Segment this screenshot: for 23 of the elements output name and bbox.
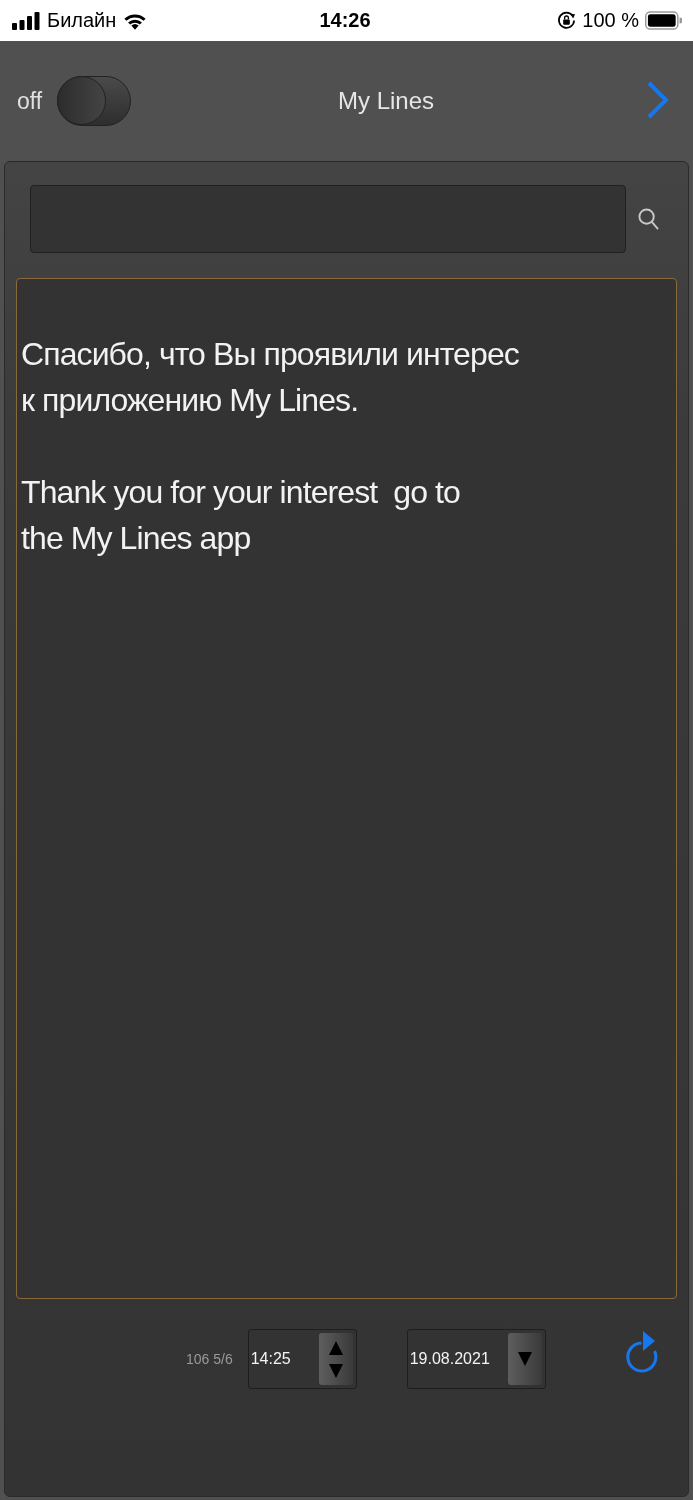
signal-icon xyxy=(12,11,40,30)
dropdown-button[interactable] xyxy=(507,1333,542,1385)
caret-down-icon xyxy=(517,1352,532,1366)
search-icon[interactable] xyxy=(638,207,659,231)
battery-percentage: 100 % xyxy=(582,9,639,32)
status-time: 14:26 xyxy=(319,9,371,32)
time-field[interactable]: 14:25 xyxy=(247,1329,357,1389)
down-triangle-icon[interactable] xyxy=(328,1363,343,1378)
chevron-right-icon[interactable] xyxy=(647,81,669,119)
up-triangle-icon[interactable] xyxy=(328,1340,343,1355)
carrier-name: Билайн xyxy=(47,9,117,32)
time-stepper[interactable] xyxy=(318,1333,353,1385)
date-field[interactable]: 19.08.2021 xyxy=(406,1329,546,1389)
toggle-switch[interactable] xyxy=(57,76,132,126)
screen-title: My Lines xyxy=(336,87,435,115)
battery-icon xyxy=(645,11,682,30)
toggle-label: off xyxy=(17,87,43,115)
search-field[interactable] xyxy=(30,185,626,253)
orientation-lock-icon xyxy=(557,11,577,30)
refresh-icon[interactable] xyxy=(626,1330,660,1376)
wifi-icon xyxy=(123,11,148,30)
counter-label: 106 5/6 xyxy=(186,1351,233,1367)
message-text: Спасибо, что Вы проявили интерес к приложению My Lines. Thank you for your interest go to the My Lines app xyxy=(21,335,520,558)
